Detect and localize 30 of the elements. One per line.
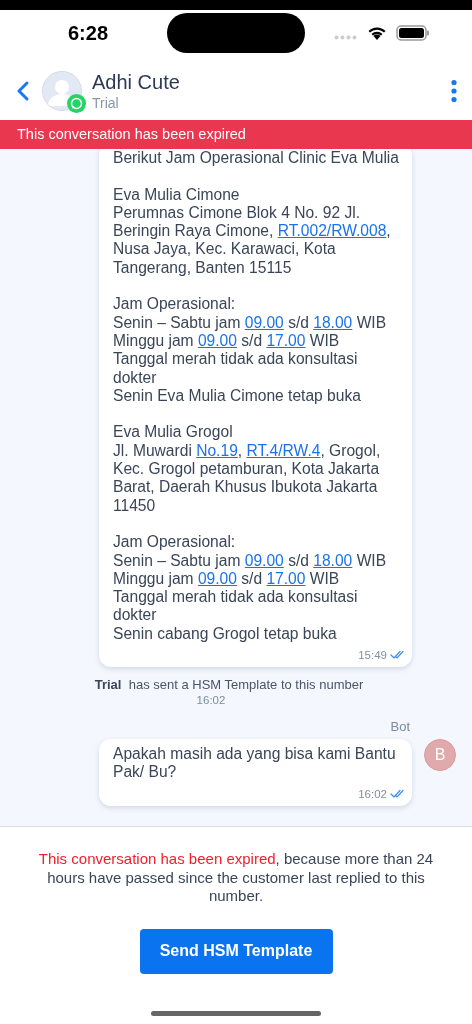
- menu-icon[interactable]: [450, 79, 458, 103]
- message-link[interactable]: RT.4/RW.4: [246, 441, 321, 459]
- message-text: Apakah masih ada yang bisa kami Bantu Pak/ Bu?: [113, 745, 396, 782]
- signal-icon: [334, 35, 358, 40]
- message-link[interactable]: 18.00: [313, 551, 353, 569]
- message-link[interactable]: 17.00: [266, 331, 306, 349]
- wifi-icon: [367, 25, 387, 40]
- sender-name: Bot: [389, 719, 410, 735]
- message-link[interactable]: 09.00: [197, 569, 237, 587]
- contact-subtitle: Trial: [92, 94, 120, 112]
- message-link[interactable]: 18.00: [313, 313, 353, 331]
- message-text: Berikut Jam Operasional Clinic Eva Mulia Eva Mulia Cimone Perumnas Cimone Blok 4 No. 92 Jl. Beringin Raya Cimone, RT.002/RW.008, Nusa Jaya, Kec. Karawaci, Kota Tangerang, Banten 15115 Jam Operasional: Senin – Sabtu jam 09.00 s/d 18.00 WIB Minggu jam 09.00 s/d 17.00 WIB Tanggal merah tidak ada konsultasi dokter Senin Eva Mulia Cimone tetap buka Eva Mulia Grogol Jl. Muwardi No.19, RT.4/RW.4, Grogol, Kec. Grogol petamburan, Kota Jakarta Barat, Daerah Khusus Ibukota Jakarta 11450 Jam Operasional: Senin – Sabtu jam 09.00 s/d 18.00 WIB Minggu jam 09.00 s/d 17.00 WIB Tanggal merah tidak ada konsultasi dokter Senin cabang Grogol tetap buka: [113, 149, 399, 643]
- message-time: 16:02: [358, 787, 387, 800]
- chat-bubble-icon: [67, 94, 86, 113]
- contact-name: Adhi Cute: [92, 70, 181, 94]
- system-note: Trial has sent a HSM Template to this number: [94, 677, 364, 693]
- message-link[interactable]: 09.00: [244, 313, 284, 331]
- message-link[interactable]: RT.002/RW.008: [277, 222, 387, 240]
- time: 6:28: [68, 22, 109, 45]
- sender-avatar: B: [424, 739, 456, 771]
- message-time: 15:49: [358, 649, 387, 661]
- message-link[interactable]: 09.00: [244, 551, 284, 569]
- note-time: 16:02: [196, 693, 226, 707]
- battery-icon: [396, 25, 430, 41]
- message-link[interactable]: 09.00: [197, 331, 237, 349]
- message-link[interactable]: No.19: [196, 441, 238, 459]
- message-link[interactable]: 17.00: [266, 569, 306, 587]
- send-template-button[interactable]: Send HSM Template: [139, 928, 333, 974]
- expired-notice: This conversation has been expired, because more than 24 hours have passed since the customer last replied to this number.: [37, 850, 435, 906]
- expired-banner: This conversation has been expired: [0, 120, 472, 149]
